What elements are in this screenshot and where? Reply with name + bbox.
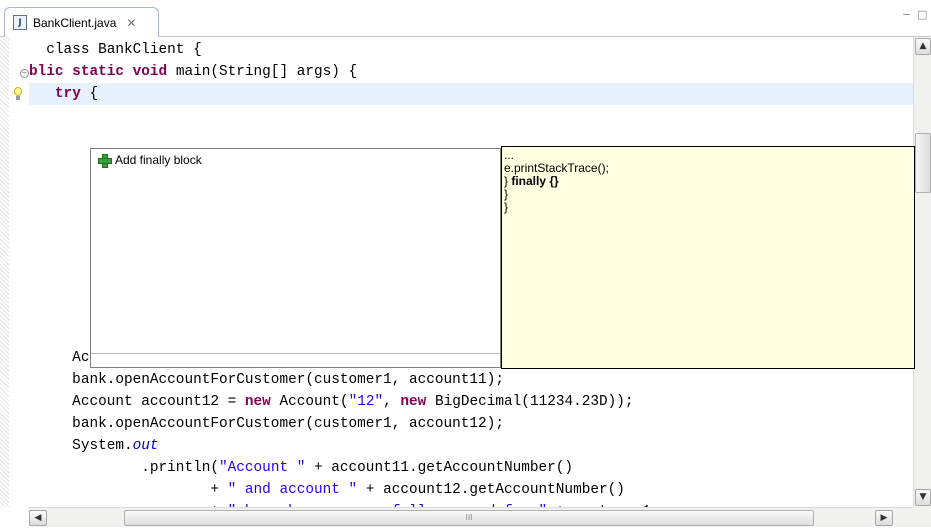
code-line[interactable]: .println("Account " + account11.getAccou… [29,457,913,479]
code-line[interactable]: class BankClient { [29,39,913,61]
preview-line: e.printStackTrace(); [504,162,912,175]
code-token: + account12.getAccountNumber() [357,482,625,498]
java-file-icon: J [13,15,27,30]
horizontal-scrollbar[interactable]: ◀ III ▶ [29,507,913,527]
proposal-status-bar [91,353,500,367]
code-token: new [244,394,271,410]
close-icon[interactable]: ✕ [126,16,136,30]
code-line[interactable]: bank.openAccountForCustomer(customer1, a… [29,413,913,435]
code-token: bank.openAccountForCustomer(customer1, a… [29,372,504,388]
vertical-scroll-thumb[interactable] [915,133,931,193]
preview-line: } finally {} [504,175,912,188]
code-token: "Account " [219,460,306,476]
code-token: Account account12 = [29,394,245,410]
code-token: + account11.getAccountNumber() [305,460,574,476]
minimize-icon[interactable]: − [902,8,911,21]
code-token: BigDecimal(11234.23D)); [426,394,634,410]
code-token: main(String[] args) { [175,64,358,80]
code-token: try [54,86,81,102]
preview-token: ... [504,148,515,162]
java-editor[interactable]: − class BankClient { blic static void mai… [0,37,931,532]
code-token: System. [29,438,133,454]
vertical-scrollbar[interactable]: ▲ ▼ [913,37,931,507]
code-token: + [29,482,228,498]
tab-label: BankClient.java [33,15,117,30]
preview-token: finally {} [511,174,559,188]
preview-token: e.printStackTrace(); [504,161,609,175]
code-line[interactable]: System.out [29,435,913,457]
code-token: .println( [29,460,219,476]
code-token: new [400,394,427,410]
preview-line: } [504,188,912,201]
proposal-add-finally-block[interactable]: Add finally block [97,153,202,168]
code-token: { [80,86,99,102]
lightbulb-icon[interactable] [13,87,23,101]
code-token: "12" [348,394,384,410]
code-token: Account( [270,394,349,410]
code-line[interactable]: + " and account " + account12.getAccount… [29,479,913,501]
maximize-icon[interactable]: □ [917,8,927,21]
add-plus-icon [97,153,112,168]
scroll-right-button[interactable]: ▶ [875,510,893,526]
scroll-up-button[interactable]: ▲ [915,38,931,55]
code-line[interactable] [29,105,913,127]
code-token: bank.openAccountForCustomer(customer1, a… [29,416,504,432]
fold-collapse-icon[interactable]: − [20,69,29,78]
code-line[interactable]: bank.openAccountForCustomer(customer1, a… [29,369,913,391]
code-token: out [132,438,159,454]
scroll-left-button[interactable]: ◀ [29,510,47,526]
editor-tab-bar: J BankClient.java ✕ − □ [0,0,931,37]
code-line[interactable]: try { [29,83,913,105]
tab-bankclient-java[interactable]: J BankClient.java ✕ [4,7,159,37]
code-token: blic static void [29,64,176,80]
code-token: class BankClient { [29,42,202,58]
horizontal-scroll-thumb[interactable]: III [124,510,814,526]
proposal-label: Add finally block [115,153,202,167]
code-token: " and account " [227,482,358,498]
annotation-ruler [9,37,29,507]
code-line[interactable]: blic static void main(String[] args) { [29,61,913,83]
preview-line: } [504,201,912,214]
scroll-down-button[interactable]: ▼ [915,489,931,506]
quick-fix-proposals[interactable]: Add finally block [90,148,501,368]
preview-token: } [504,200,509,214]
code-token: , [383,394,401,410]
code-line[interactable]: Account account12 = new Account("12", ne… [29,391,913,413]
quick-fix-preview: ... e.printStackTrace();} finally {}}} [501,146,915,369]
gutter-hatch [0,37,9,507]
preview-token: } [504,187,509,201]
scrollbar-corner [913,507,931,527]
